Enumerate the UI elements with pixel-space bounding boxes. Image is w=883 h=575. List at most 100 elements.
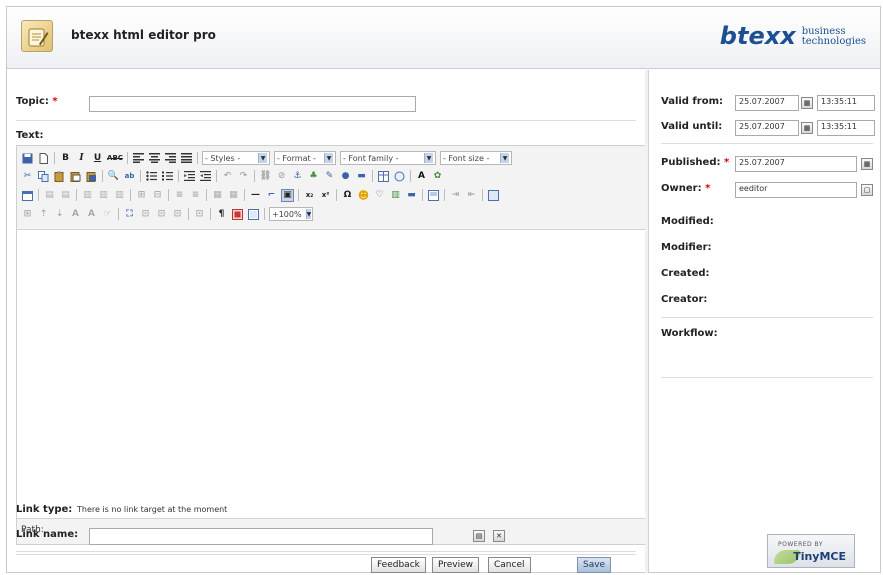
delete-table-icon[interactable]: ▦ <box>227 189 240 202</box>
italic-button[interactable]: I <box>75 152 88 165</box>
preview-icon[interactable] <box>427 189 440 202</box>
outdent-icon[interactable] <box>183 170 196 183</box>
fullpage-icon[interactable] <box>487 189 500 202</box>
find-icon[interactable]: 🔍 <box>107 170 120 183</box>
save-button[interactable]: Save <box>577 557 612 573</box>
media-icon[interactable] <box>393 170 406 183</box>
styles-select[interactable]: - Styles - ▼ <box>202 151 270 165</box>
template-icon[interactable] <box>231 208 244 221</box>
zoom-select[interactable]: +100% ▼ <box>269 207 313 221</box>
absolute-icon[interactable]: A <box>69 208 82 221</box>
valid-until-time-input[interactable]: 13:35:11 <box>817 120 875 136</box>
attribs-icon[interactable]: ⊡ <box>193 208 206 221</box>
calendar-icon[interactable]: ▦ <box>861 158 873 170</box>
unlink-icon[interactable]: ⛓ <box>259 170 272 183</box>
undo-icon[interactable]: ↶ <box>221 170 234 183</box>
iespell-icon[interactable]: ♡ <box>373 189 386 202</box>
format-select[interactable]: - Format - ▼ <box>274 151 336 165</box>
preview-button[interactable]: Preview <box>432 557 480 573</box>
acronym-icon[interactable]: ⊡ <box>155 208 168 221</box>
published-input[interactable]: 25.07.2007 <box>735 156 857 172</box>
abbr-icon[interactable]: ⊡ <box>139 208 152 221</box>
indent-icon[interactable] <box>199 170 212 183</box>
valid-until-date-input[interactable]: 25.07.2007 <box>735 120 799 136</box>
valid-from-date-input[interactable]: 25.07.2007 <box>735 95 799 111</box>
cancel-button[interactable]: Cancel <box>488 557 531 573</box>
table-delete-col-icon[interactable]: ▥ <box>113 189 126 202</box>
cleanup-icon[interactable]: ✎ <box>323 170 336 183</box>
table-row-before-icon[interactable]: ▤ <box>43 189 56 202</box>
special-char-button[interactable]: Ω <box>341 189 354 202</box>
move-forward-icon[interactable]: ⇡ <box>37 208 50 221</box>
table-col-before-icon[interactable]: ▥ <box>81 189 94 202</box>
table-row-after-icon[interactable]: ▤ <box>59 189 72 202</box>
browse-owner-icon[interactable]: ▢ <box>861 184 873 196</box>
page-break-icon[interactable] <box>247 208 260 221</box>
visual-aid-icon[interactable]: ⌐ <box>265 189 278 202</box>
align-right-icon[interactable] <box>164 152 177 165</box>
superscript-button[interactable]: x² <box>319 189 332 202</box>
paste-word-icon[interactable] <box>85 170 98 183</box>
redo-icon[interactable]: ↷ <box>237 170 250 183</box>
link-icon[interactable]: ⊘ <box>275 170 288 183</box>
align-justify-icon[interactable] <box>180 152 193 165</box>
calendar-icon[interactable]: ▦ <box>801 122 813 134</box>
bold-button[interactable]: B <box>59 152 72 165</box>
split-cells-icon[interactable]: ⊞ <box>135 189 148 202</box>
font-family-select[interactable]: - Font family - ▼ <box>340 151 436 165</box>
valid-from-time-input[interactable]: 13:35:11 <box>817 95 875 111</box>
horizontal-rule-button[interactable]: — <box>249 189 262 202</box>
help-icon[interactable]: ● <box>339 170 352 183</box>
image-icon[interactable]: ♣ <box>307 170 320 183</box>
topic-input[interactable] <box>89 96 416 112</box>
table-col-after-icon[interactable]: ▥ <box>97 189 110 202</box>
divider <box>661 143 873 144</box>
pilcrow-button[interactable]: ¶ <box>215 208 228 221</box>
bullet-list-icon[interactable] <box>145 170 158 183</box>
editor-content-area[interactable] <box>17 231 645 518</box>
print-icon[interactable]: ▥ <box>389 189 402 202</box>
numbered-list-icon[interactable] <box>161 170 174 183</box>
row-props-icon[interactable]: ≡ <box>173 189 186 202</box>
paste-icon[interactable] <box>53 170 66 183</box>
browse-link-icon[interactable]: ▤ <box>473 530 485 542</box>
rtl-icon[interactable]: ⇤ <box>465 189 478 202</box>
merge-cells-icon[interactable]: ⊟ <box>151 189 164 202</box>
insert-layer-icon[interactable]: ⊞ <box>21 208 34 221</box>
move-backward-icon[interactable]: ⇣ <box>53 208 66 221</box>
replace-icon[interactable]: ab <box>123 170 136 183</box>
align-center-icon[interactable] <box>148 152 161 165</box>
del-icon[interactable]: ⊡ <box>171 208 184 221</box>
full-screen-icon[interactable]: ▣ <box>281 188 294 202</box>
calendar-icon[interactable]: ▦ <box>801 97 813 109</box>
select-all-icon[interactable]: ⛶ <box>123 208 136 221</box>
align-left-icon[interactable] <box>132 152 145 165</box>
strikethrough-button[interactable]: ABC <box>107 152 123 165</box>
advhr-icon[interactable]: ▬ <box>405 189 418 202</box>
paste-text-icon[interactable] <box>69 170 82 183</box>
insert-date-icon[interactable] <box>21 189 34 202</box>
remove-link-icon[interactable]: ✕ <box>493 530 505 542</box>
anchor-icon[interactable]: ⚓ <box>291 170 304 183</box>
highlight-color-icon[interactable]: ✿ <box>431 170 444 183</box>
delete-row-icon[interactable]: ▦ <box>211 189 224 202</box>
new-document-icon[interactable] <box>37 152 50 165</box>
emoticon-icon[interactable]: ☻ <box>357 189 370 202</box>
copy-icon[interactable] <box>37 170 50 183</box>
underline-button[interactable]: U <box>91 152 104 165</box>
font-color-icon[interactable]: A <box>415 170 428 183</box>
feedback-button[interactable]: Feedback <box>371 557 426 573</box>
cut-icon[interactable]: ✂ <box>21 170 34 183</box>
link-name-input[interactable] <box>89 528 433 545</box>
font-size-select[interactable]: - Font size - ▼ <box>440 151 512 165</box>
code-icon[interactable]: ▬ <box>355 170 368 183</box>
powered-by-tinymce-badge[interactable]: POWERED BY TinyMCE <box>767 534 855 568</box>
subscript-button[interactable]: x₂ <box>303 189 316 202</box>
style-props-icon[interactable]: A <box>85 208 98 221</box>
table-icon[interactable] <box>377 170 390 183</box>
ltr-icon[interactable]: ⇥ <box>449 189 462 202</box>
owner-input[interactable]: eeditor <box>735 182 857 198</box>
cell-props-icon[interactable]: ≡ <box>189 189 202 202</box>
save-icon[interactable] <box>21 152 34 165</box>
cite-icon[interactable]: ☞ <box>101 208 114 221</box>
